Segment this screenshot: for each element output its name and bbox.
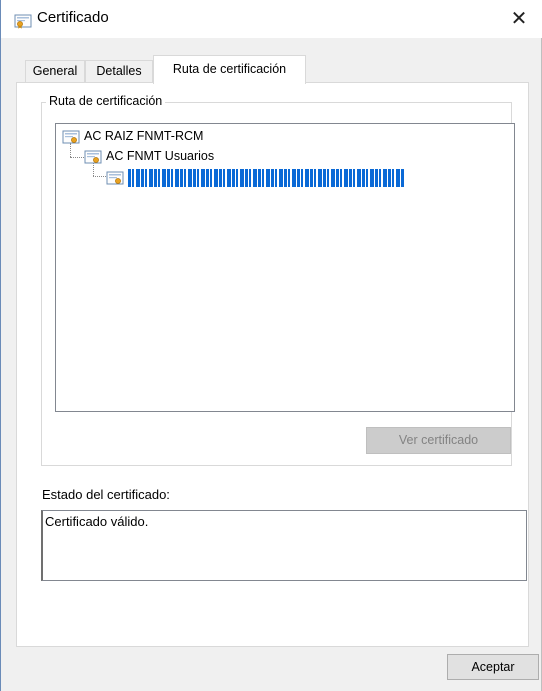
certification-path-tree[interactable]: AC RAIZ FNMT-RCM AC FNMT Usuarios: [55, 123, 515, 412]
tab-ruta-certificacion[interactable]: Ruta de certificación: [153, 55, 306, 84]
tree-connector: [70, 157, 84, 158]
status-value: Certificado válido.: [45, 514, 149, 529]
certificate-icon: [14, 13, 32, 29]
status-label: Estado del certificado:: [42, 487, 170, 502]
view-certificate-button[interactable]: Ver certificado: [366, 427, 511, 454]
tab-general[interactable]: General: [25, 60, 85, 82]
redacted-certificate-name: [128, 168, 404, 187]
tree-node-label: AC FNMT Usuarios: [106, 149, 215, 163]
tree-node-leaf-selected[interactable]: [106, 168, 404, 188]
certificate-icon: [84, 149, 102, 165]
certificate-icon: [62, 129, 80, 145]
title-bar[interactable]: Certificado ✕: [1, 0, 542, 38]
certification-path-group: Ruta de certificación AC RAIZ FNMT-RCM A…: [41, 94, 515, 466]
tree-node-root[interactable]: AC RAIZ FNMT-RCM: [62, 127, 203, 147]
tab-panel: Ruta de certificación AC RAIZ FNMT-RCM A…: [16, 82, 529, 647]
close-button[interactable]: ✕: [496, 0, 542, 38]
close-icon: ✕: [510, 8, 528, 30]
group-label: Ruta de certificación: [46, 94, 166, 108]
tab-detalles[interactable]: Detalles: [85, 60, 153, 82]
certificate-dialog: Certificado ✕ General Detalles Ruta de c…: [0, 0, 542, 691]
tree-node-label: AC RAIZ FNMT-RCM: [84, 129, 204, 143]
status-textbox[interactable]: Certificado válido.: [41, 510, 527, 581]
certificate-icon: [106, 170, 124, 186]
accept-button[interactable]: Aceptar: [447, 654, 539, 680]
window-title: Certificado: [37, 9, 109, 26]
tree-node-intermediate[interactable]: AC FNMT Usuarios: [84, 147, 214, 167]
tree-connector: [93, 176, 106, 177]
